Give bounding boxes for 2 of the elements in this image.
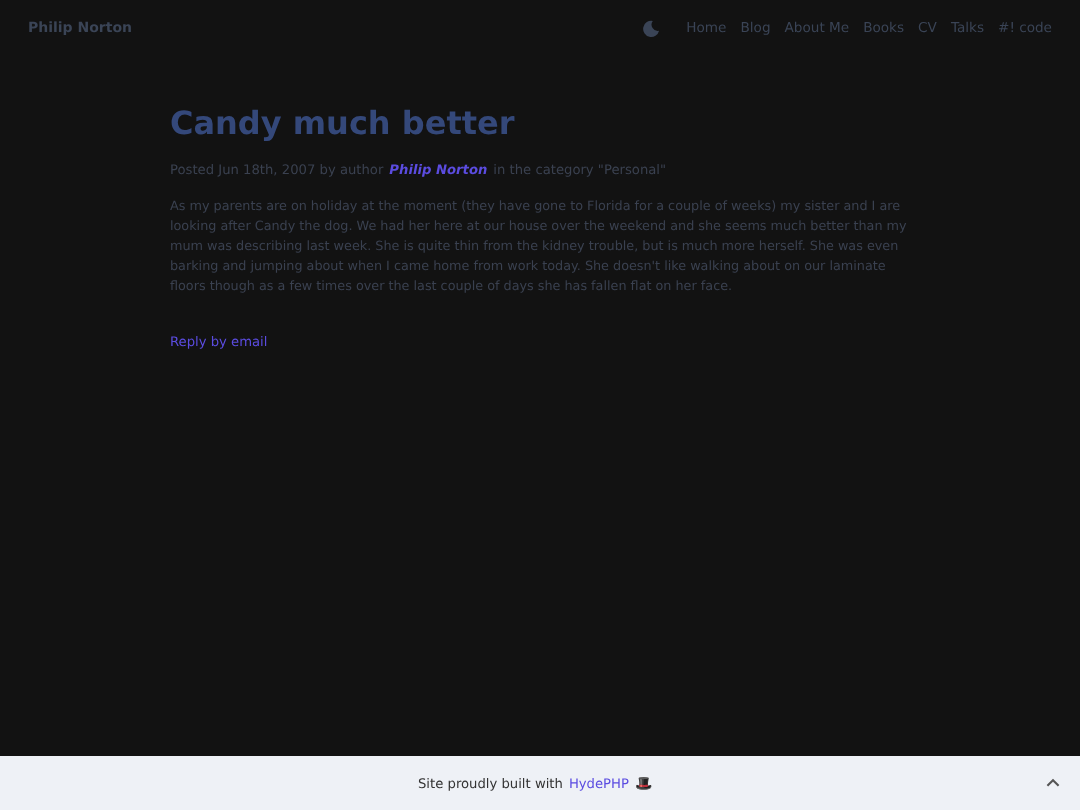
caret-icon[interactable]: [1046, 778, 1060, 788]
post-title: Candy much better: [170, 104, 517, 142]
